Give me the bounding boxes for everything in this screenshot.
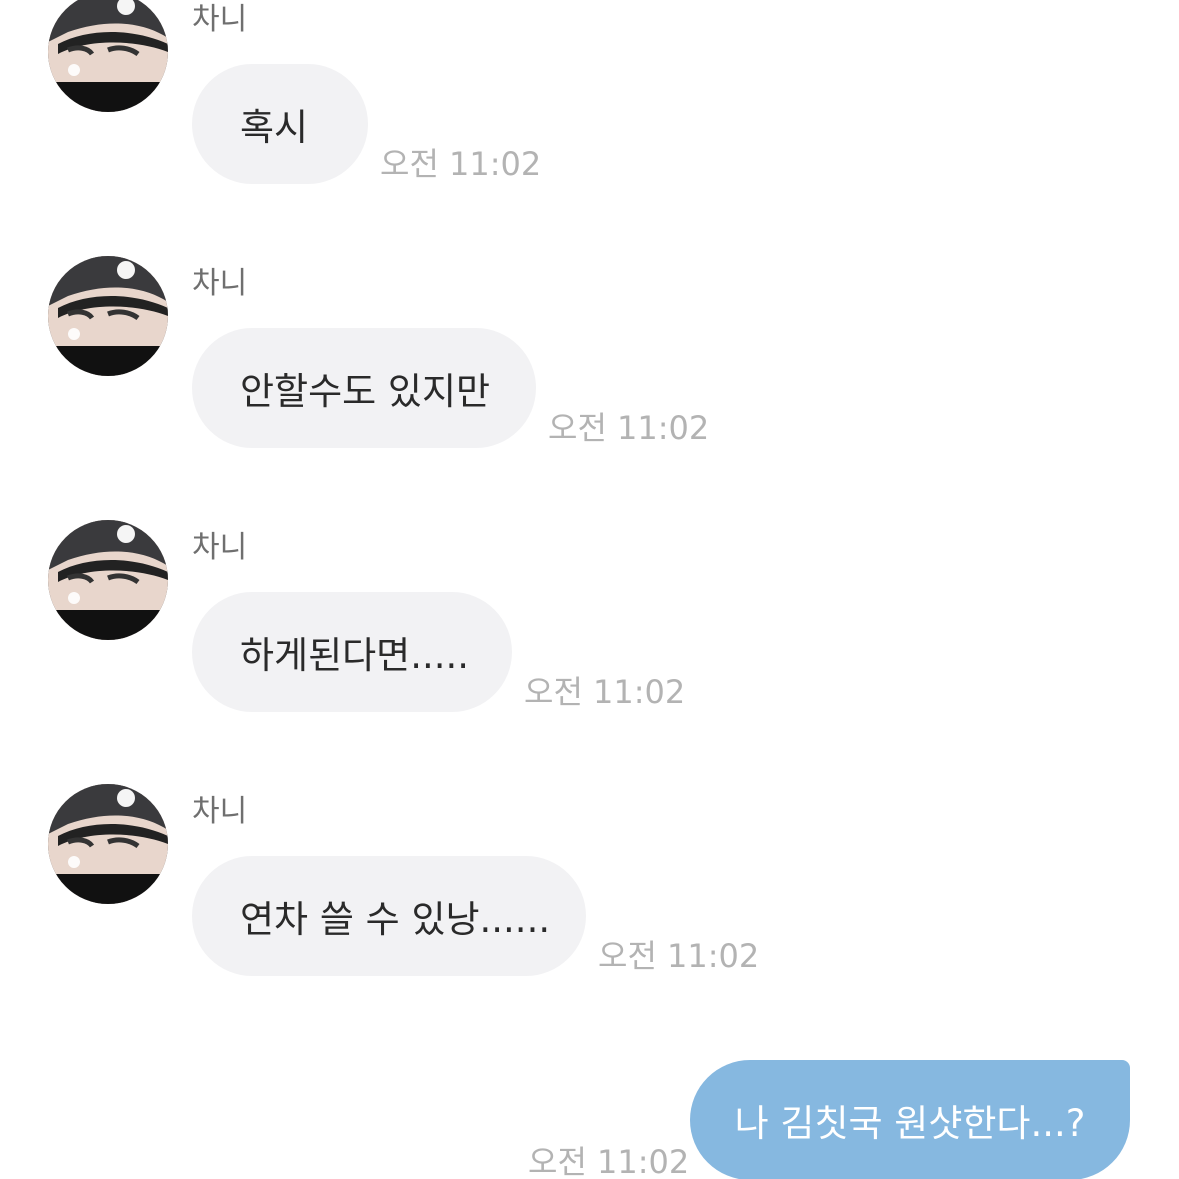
profile-photo-icon [48,0,168,112]
message-group: 차니 안할수도 있지만 오전 11:02 [0,256,1179,464]
avatar[interactable] [48,520,168,640]
message-text: 연차 쓸 수 있낭...... [240,898,551,941]
message-timestamp: 오전 11:02 [598,937,760,975]
outgoing-message-bubble[interactable]: 나 김칫국 원샷한다...? [690,1060,1130,1179]
avatar[interactable] [48,0,168,112]
message-group: 차니 하게된다면..... 오전 11:02 [0,520,1179,728]
incoming-message-bubble[interactable]: 혹시 [192,64,368,184]
profile-photo-icon [48,784,168,904]
message-text: 혹시 [240,106,309,149]
incoming-message-bubble[interactable]: 연차 쓸 수 있낭...... [192,856,586,976]
message-timestamp: 오전 11:02 [528,1143,690,1179]
incoming-message-bubble[interactable]: 안할수도 있지만 [192,328,536,448]
message-timestamp: 오전 11:02 [548,409,710,447]
message-group: 차니 혹시 오전 11:02 [0,0,1179,200]
avatar[interactable] [48,784,168,904]
sender-name: 차니 [192,530,248,565]
profile-photo-icon [48,256,168,376]
chat-thread: 차니 혹시 오전 11:02 차니 안할수도 있지만 오전 11:02 차니 하… [0,0,1179,1179]
sender-name: 차니 [192,266,248,301]
message-timestamp: 오전 11:02 [524,673,686,711]
incoming-message-bubble[interactable]: 하게된다면..... [192,592,512,712]
sender-name: 차니 [192,794,248,829]
message-group: 차니 연차 쓸 수 있낭...... 오전 11:02 [0,784,1179,992]
profile-photo-icon [48,520,168,640]
avatar[interactable] [48,256,168,376]
message-text: 하게된다면..... [240,634,470,677]
message-timestamp: 오전 11:02 [380,145,542,183]
sender-name: 차니 [192,2,248,37]
message-text: 나 김칫국 원샷한다...? [734,1102,1086,1145]
message-text: 안할수도 있지만 [240,370,491,413]
